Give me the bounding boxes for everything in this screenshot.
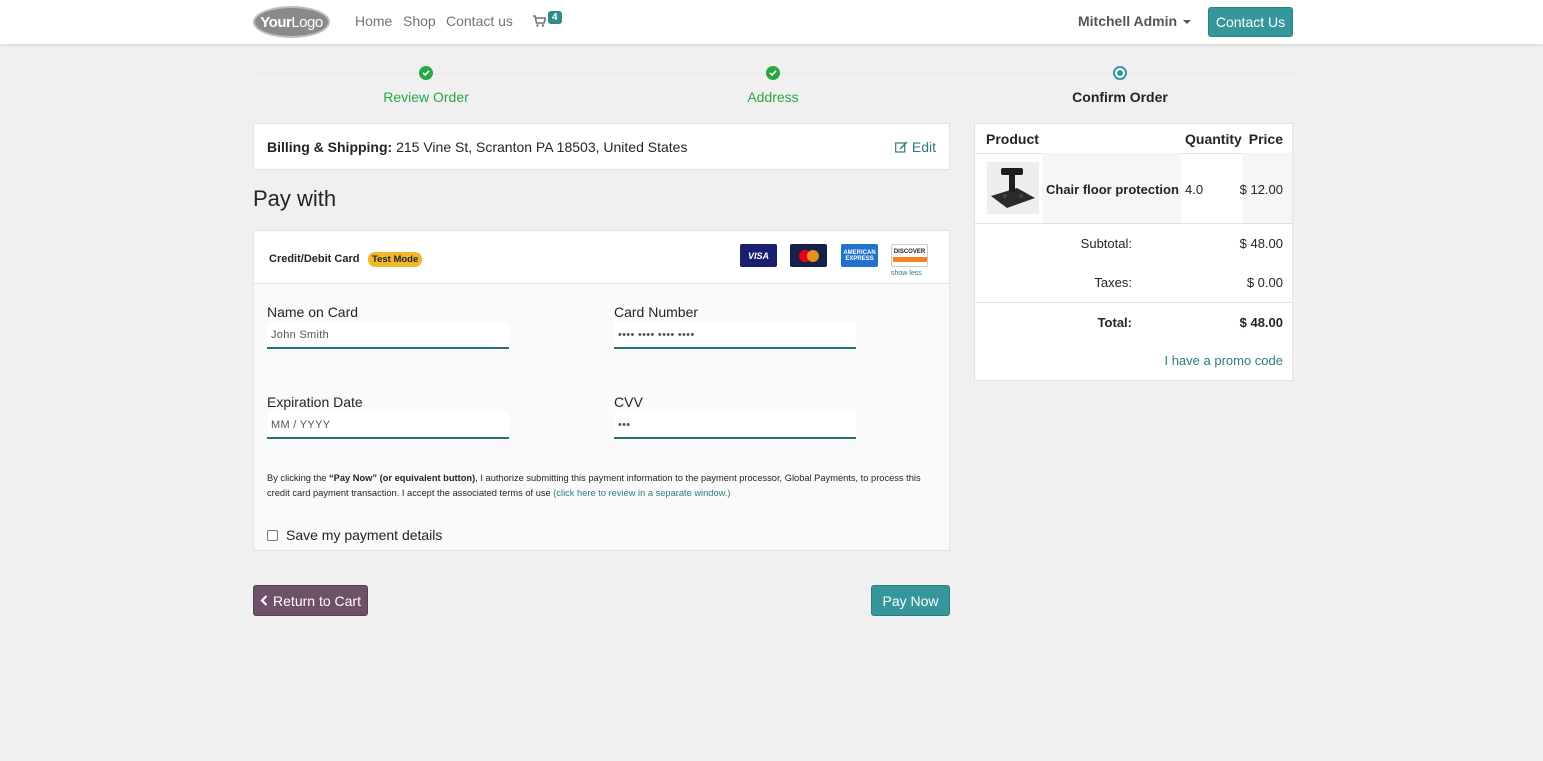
current-step-icon: [1113, 66, 1127, 80]
test-mode-badge: Test Mode: [368, 252, 423, 267]
cart-icon: [533, 15, 546, 27]
billing-address-value: 215 Vine St, Scranton PA 18503, United S…: [396, 139, 688, 155]
billing-label: Billing & Shipping:: [267, 139, 393, 155]
logo-text-your: Your: [260, 13, 292, 31]
divider: [975, 223, 1292, 224]
taxes-value: $ 0.00: [1246, 275, 1283, 290]
edit-icon: [894, 141, 908, 153]
divider: [975, 302, 1292, 303]
promo-code-link[interactable]: I have a promo code: [1164, 353, 1283, 368]
save-payment-checkbox[interactable]: [267, 529, 278, 541]
caret-down-icon: [1183, 20, 1192, 25]
product-price: $ 12.00: [1239, 182, 1283, 197]
contact-us-button[interactable]: Contact Us: [1208, 7, 1293, 37]
payment-method-name: Credit/Debit Card: [269, 253, 360, 265]
top-navbar: YourLogo Home Shop Contact us 4 Mitchell…: [0, 0, 1543, 44]
edit-address-link[interactable]: Edit: [894, 139, 936, 155]
amex-icon: AMERICAN EXPRESS: [841, 244, 878, 267]
check-circle-icon: [419, 66, 433, 80]
edit-label: Edit: [911, 139, 936, 155]
payment-card: Credit/Debit Card Test Mode VISA AMERICA…: [253, 230, 950, 551]
disclaimer-bold: “Pay Now” (or equivalent button): [329, 473, 476, 483]
user-menu[interactable]: Mitchell Admin: [1078, 13, 1192, 29]
expiration-date-input[interactable]: MM / YYYY: [267, 412, 509, 439]
discover-text: DISCOVER: [893, 249, 926, 255]
user-name: Mitchell Admin: [1078, 13, 1178, 29]
name-on-card-label: Name on Card: [267, 304, 359, 320]
chevron-left-icon: [260, 595, 268, 606]
save-payment-row[interactable]: Save my payment details: [267, 527, 442, 543]
check-circle-icon: [766, 66, 780, 80]
visa-text: VISA: [747, 250, 769, 261]
total-label: Total:: [1097, 315, 1132, 330]
card-number-input[interactable]: •••• •••• •••• ••••: [614, 322, 856, 349]
billing-shipping-card: Billing & Shipping: 215 Vine St, Scranto…: [253, 123, 950, 170]
discover-icon: DISCOVER: [891, 244, 928, 267]
pay-with-heading: Pay with: [253, 186, 337, 211]
header-quantity: Quantity: [1185, 131, 1242, 147]
nav-contact[interactable]: Contact us: [446, 13, 513, 29]
step-label: Address: [747, 89, 799, 105]
subtotal-value: $ 48.00: [1239, 236, 1283, 251]
step-review-order: Review Order: [326, 66, 526, 105]
terms-link[interactable]: (click here to review in a separate wind…: [553, 488, 730, 498]
return-to-cart-button[interactable]: Return to Cart: [253, 585, 368, 616]
nav-shop[interactable]: Shop: [403, 13, 436, 29]
order-summary: Product Quantity Price Chair floor prote…: [974, 123, 1293, 381]
product-quantity: 4.0: [1185, 182, 1204, 197]
cart-link[interactable]: 4: [533, 11, 565, 31]
show-less-link[interactable]: show less: [891, 270, 922, 277]
logo-text-logo: Logo: [291, 13, 323, 31]
product-image[interactable]: [987, 162, 1039, 214]
cvv-label: CVV: [614, 394, 643, 410]
payment-method-header[interactable]: Credit/Debit Card Test Mode VISA AMERICA…: [254, 231, 949, 284]
mastercard-icon: [790, 244, 827, 267]
product-name: Chair floor protection: [1046, 182, 1179, 197]
cart-count-badge: 4: [548, 11, 562, 24]
step-label: Review Order: [383, 89, 469, 105]
step-label: Confirm Order: [1072, 89, 1168, 105]
save-payment-label[interactable]: Save my payment details: [286, 527, 442, 543]
step-address: Address: [673, 66, 873, 105]
name-on-card-input[interactable]: John Smith: [267, 322, 509, 349]
card-number-label: Card Number: [614, 304, 699, 320]
subtotal-label: Subtotal:: [1080, 236, 1132, 251]
cvv-input[interactable]: •••: [614, 412, 856, 439]
taxes-label: Taxes:: [1094, 275, 1132, 290]
billing-address: Billing & Shipping: 215 Vine St, Scranto…: [267, 139, 687, 155]
visa-icon: VISA: [740, 244, 777, 267]
payment-disclaimer: By clicking the “Pay Now” (or equivalent…: [267, 471, 937, 501]
total-value: $ 48.00: [1239, 315, 1283, 330]
company-logo[interactable]: YourLogo: [253, 6, 330, 38]
header-product: Product: [986, 131, 1039, 147]
step-confirm-order: Confirm Order: [1020, 66, 1220, 105]
nav-home[interactable]: Home: [355, 13, 392, 29]
disclaimer-text-1: By clicking the: [267, 473, 330, 483]
header-price: Price: [1248, 131, 1283, 147]
return-label: Return to Cart: [273, 592, 361, 609]
expiration-date-label: Expiration Date: [267, 394, 363, 410]
amex-text: AMERICAN EXPRESS: [843, 249, 876, 262]
pay-now-button[interactable]: Pay Now: [871, 585, 950, 616]
